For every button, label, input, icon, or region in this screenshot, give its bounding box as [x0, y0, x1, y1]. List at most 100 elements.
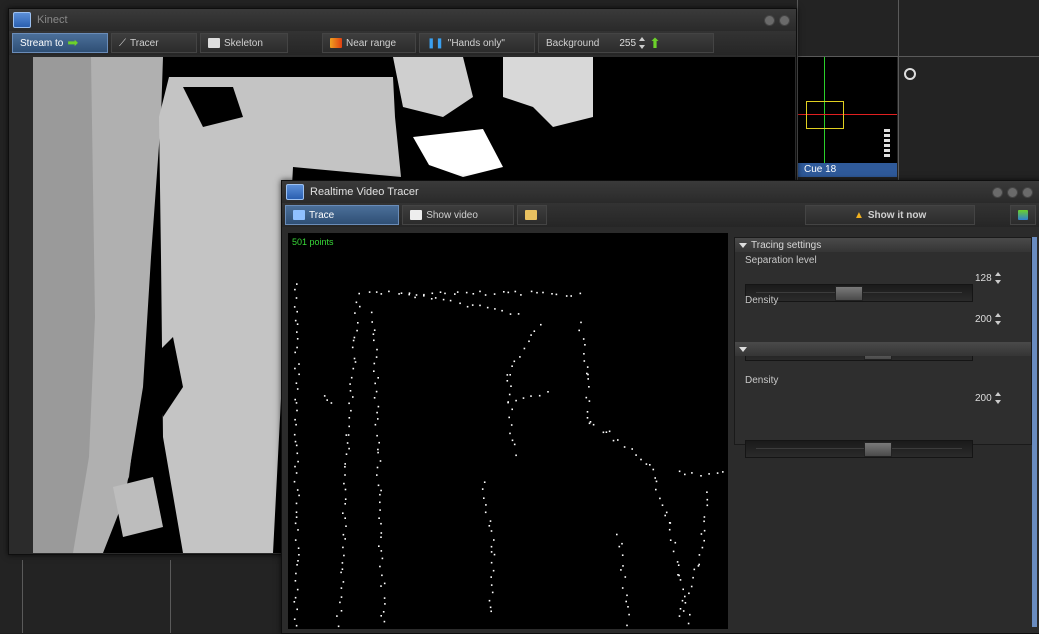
trace-point — [342, 546, 344, 549]
show-it-now-button[interactable]: ▲ Show it now — [805, 205, 976, 225]
trace-point — [627, 606, 629, 608]
trace-point — [380, 532, 383, 534]
trace-point — [471, 304, 474, 306]
trace-point — [296, 323, 299, 325]
tracer-window: Realtime Video Tracer Trace Show video ▲… — [281, 180, 1039, 634]
hands-only-button[interactable]: ❚❚ "Hands only" — [419, 33, 535, 53]
trace-point — [373, 397, 376, 399]
density-spinner[interactable]: 200 — [975, 311, 1002, 327]
trace-point — [612, 439, 615, 442]
maximize-button[interactable] — [1007, 186, 1018, 198]
second-section-header[interactable] — [735, 342, 1031, 356]
trace-point — [588, 422, 591, 425]
trace-point — [294, 596, 297, 599]
trace-point — [602, 431, 605, 434]
trace-point — [340, 596, 343, 598]
scrollbar[interactable] — [1032, 237, 1037, 627]
trace-point — [377, 451, 379, 454]
trace-point — [336, 615, 338, 617]
close-button[interactable] — [1022, 186, 1033, 198]
green-up-arrow-icon[interactable]: ⬆ — [649, 35, 661, 52]
trace-point — [703, 520, 705, 523]
density-label-2: Density — [745, 375, 779, 386]
background-spinner[interactable]: 255 ⬆ — [619, 35, 660, 51]
trace-point — [655, 488, 657, 491]
trace-point — [706, 498, 709, 501]
separation-spinner[interactable]: 128 — [975, 270, 1002, 286]
trace-point — [348, 447, 350, 450]
density-value: 200 — [975, 313, 992, 325]
trace-point — [382, 611, 385, 613]
trace-button[interactable]: Trace — [285, 205, 400, 225]
near-range-button[interactable]: Near range — [322, 33, 416, 53]
trace-point — [296, 489, 299, 491]
trace-point — [378, 517, 380, 519]
options-button[interactable] — [517, 205, 547, 225]
spinner-arrows-icon[interactable] — [994, 272, 1002, 284]
skeleton-button[interactable]: Skeleton — [200, 33, 288, 53]
trace-point — [509, 313, 512, 315]
trace-point — [344, 466, 346, 468]
trace-point — [664, 514, 666, 517]
minimize-button[interactable] — [764, 14, 775, 26]
trace-point — [676, 561, 679, 563]
trace-point — [625, 600, 627, 603]
stream-to-button[interactable]: Stream to ➡ — [12, 33, 108, 53]
trace-point — [588, 400, 591, 402]
trace-point — [345, 434, 348, 436]
green-arrow-icon: ➡ — [67, 35, 79, 50]
tracer-icon: ⟋ — [119, 37, 126, 49]
trace-point — [341, 562, 344, 564]
trace-point — [347, 434, 350, 436]
trace-view[interactable]: 501 points — [288, 233, 728, 629]
cue-preview[interactable]: Cue 18 — [798, 57, 897, 177]
density-spinner-2[interactable]: 200 — [975, 390, 1002, 406]
trace-point — [294, 288, 296, 291]
trace-point — [380, 550, 383, 552]
trace-point — [684, 473, 686, 476]
kinect-title: Kinect — [37, 14, 68, 26]
trace-point — [368, 291, 371, 293]
close-button[interactable] — [779, 14, 790, 26]
spinner-arrows-icon[interactable] — [639, 37, 646, 49]
trace-point — [378, 441, 380, 444]
trace-point — [510, 424, 513, 426]
trace-point — [345, 453, 348, 455]
trace-point — [293, 306, 296, 308]
trace-point — [296, 452, 299, 455]
show-video-label: Show video — [426, 209, 478, 221]
trace-point — [294, 440, 297, 443]
show-video-button[interactable]: Show video — [402, 205, 515, 225]
trace-point — [565, 295, 568, 297]
trace-point — [677, 564, 680, 566]
collapse-arrow-icon — [739, 346, 747, 352]
separation-value: 128 — [975, 272, 992, 284]
spinner-arrows-icon[interactable] — [994, 392, 1002, 404]
trace-point — [293, 601, 296, 603]
density-slider-2-thumb[interactable] — [864, 442, 892, 457]
spinner-arrows-icon[interactable] — [994, 313, 1002, 325]
trace-point — [376, 411, 378, 414]
tracer-button[interactable]: ⟋ Tracer — [111, 33, 197, 53]
trace-point — [296, 608, 298, 611]
density-value-2: 200 — [975, 392, 992, 404]
trace-point — [295, 502, 298, 505]
trace-point — [344, 463, 346, 465]
kinect-titlebar[interactable]: Kinect — [9, 9, 796, 31]
trace-point — [697, 565, 700, 567]
hands-only-label: "Hands only" — [447, 37, 505, 49]
separation-slider[interactable] — [745, 284, 973, 302]
density-slider-2[interactable] — [745, 440, 973, 458]
tracing-settings-header[interactable]: Tracing settings — [735, 238, 1031, 252]
trace-point — [400, 292, 403, 294]
trace-point — [381, 557, 384, 560]
trace-point — [722, 471, 724, 473]
tracer-titlebar[interactable]: Realtime Video Tracer — [282, 181, 1039, 203]
cue-label: Cue 18 — [798, 163, 897, 177]
trace-point — [376, 474, 378, 476]
trace-point — [698, 563, 700, 566]
export-button[interactable] — [1009, 205, 1036, 225]
separation-slider-thumb[interactable] — [835, 286, 864, 301]
minimize-button[interactable] — [992, 186, 1003, 198]
trace-point — [374, 423, 377, 426]
